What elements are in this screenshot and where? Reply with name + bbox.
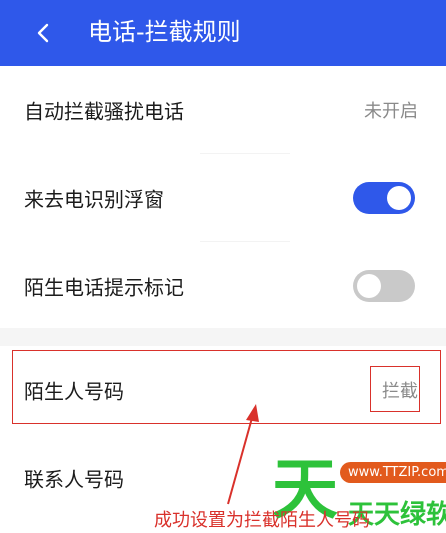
annotation-text: 成功设置为拦截陌生人号码 <box>154 510 370 531</box>
watermark-url: www.TTZIP.com <box>340 462 446 483</box>
